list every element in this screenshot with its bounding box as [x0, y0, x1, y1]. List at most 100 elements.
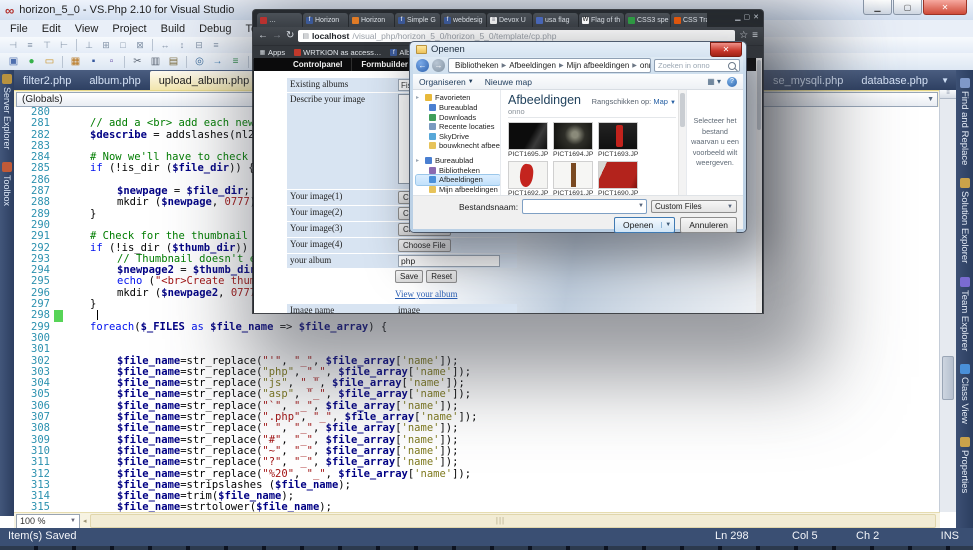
bookmark-wrtkion-as-access[interactable]: WRTKION as access…: [294, 48, 381, 57]
menu-build[interactable]: Build: [154, 22, 192, 36]
sidebar-item-downloads[interactable]: Downloads: [416, 113, 500, 123]
scrollbar-thumb[interactable]: [680, 93, 685, 127]
browser-menu-icon[interactable]: ≡: [752, 31, 758, 41]
expand-triangle-icon[interactable]: ▸: [416, 94, 422, 101]
align-left-icon[interactable]: ⊣: [6, 39, 20, 52]
menu-debug[interactable]: Debug: [192, 22, 238, 36]
tab-se-mysqli-php[interactable]: se_mysqli.php: [764, 71, 852, 90]
breadcrumb-afbeeldingen[interactable]: Afbeeldingen: [509, 61, 556, 70]
scroll-left-icon[interactable]: ◂: [80, 517, 90, 525]
copy-icon[interactable]: ▥: [148, 55, 163, 69]
reload-icon[interactable]: ↻: [286, 31, 294, 41]
minimize-button[interactable]: ▁: [863, 0, 892, 15]
open-split-icon[interactable]: ▼: [661, 222, 674, 228]
browser-close-button[interactable]: ✕: [753, 13, 759, 21]
bookmark-star-icon[interactable]: ☆: [739, 31, 748, 41]
zoom-dropdown[interactable]: 100 % ▼: [16, 514, 80, 529]
align-bottom-icon[interactable]: ⊥: [82, 39, 96, 52]
browser-tab-simple-g[interactable]: fSimple G: [395, 13, 440, 27]
breadcrumb[interactable]: Bibliotheken▶Afbeeldingen▶Mijn afbeeldin…: [448, 58, 651, 73]
snap-icon[interactable]: ⊠: [133, 39, 147, 52]
add-item-icon[interactable]: ▦: [68, 55, 83, 69]
save-button[interactable]: Save: [395, 270, 423, 283]
new-folder-button[interactable]: Nieuwe map: [485, 77, 532, 87]
arrange-by-dropdown[interactable]: Rangschikken op: Map ▼: [592, 97, 676, 106]
panel-tab-class-view[interactable]: Class View: [959, 364, 970, 424]
editor-horizontal-scrollbar[interactable]: |||: [90, 514, 936, 528]
editor-vertical-scrollbar[interactable]: ≡: [939, 90, 956, 512]
file-item-pict1694-jpg[interactable]: PICT1694.JPG: [553, 122, 593, 158]
choose-file-button[interactable]: Choose File: [398, 239, 451, 252]
browser-minimize-button[interactable]: ▁: [735, 13, 740, 21]
sidebar-item-bibliotheken[interactable]: Bibliotheken: [416, 166, 500, 176]
panel-tab-solution-explorer[interactable]: Solution Explorer: [959, 178, 970, 263]
file-item-pict1695-jpg[interactable]: PICT1695.JPG: [508, 122, 548, 158]
spacing-vertical-icon[interactable]: ↕: [175, 39, 189, 52]
search-input[interactable]: Zoeken in onno: [654, 59, 740, 72]
input-your-album[interactable]: php: [398, 255, 500, 267]
browser-maximize-button[interactable]: ▢: [744, 13, 751, 21]
browser-tab-usa-flag[interactable]: usa flag: [533, 13, 578, 27]
panel-tab-properties[interactable]: Properties: [959, 437, 970, 493]
indent-icon[interactable]: →: [210, 55, 225, 69]
sidebar-item-skydrive[interactable]: SkyDrive: [416, 132, 500, 142]
page-scrollbar[interactable]: [756, 58, 762, 313]
file-item-pict1691-jpg[interactable]: PICT1691.JPG: [553, 161, 593, 195]
browser-tab-item[interactable]: …: [257, 13, 302, 27]
splitter-handle[interactable]: ≡: [940, 90, 956, 99]
back-icon[interactable]: ←: [258, 31, 268, 41]
same-size-icon[interactable]: ⊞: [99, 39, 113, 52]
menu-project[interactable]: Project: [105, 22, 153, 36]
forward-icon[interactable]: →: [432, 59, 445, 72]
file-item-pict1693-jpg[interactable]: PICT1693.JPG: [598, 122, 638, 158]
filetype-dropdown[interactable]: Custom Files ▼: [651, 200, 737, 213]
open-button[interactable]: Openen ▼: [614, 217, 675, 233]
file-list-scrollbar[interactable]: [678, 90, 686, 195]
cancel-button[interactable]: Annuleren: [680, 217, 737, 233]
view-album-link[interactable]: View your album: [395, 289, 457, 299]
help-icon[interactable]: ?: [727, 77, 737, 87]
tab-overflow-icon[interactable]: ▼: [941, 76, 949, 85]
tab-database-php[interactable]: database.php: [852, 71, 937, 90]
save-all-icon[interactable]: ▫: [104, 55, 119, 69]
browser-tab-css3-spe[interactable]: CSS3 spe: [625, 13, 670, 27]
scrollbar-thumb[interactable]: [942, 356, 954, 400]
find-icon[interactable]: ◎: [192, 55, 207, 69]
address-bar[interactable]: ▤ localhost/visual_php/horizon_5_0/horiz…: [298, 30, 735, 42]
panel-tab-team-explorer[interactable]: Team Explorer: [959, 277, 970, 351]
views-icon[interactable]: ▦ ▾: [707, 77, 721, 86]
align-right-icon[interactable]: ⊢: [57, 39, 71, 52]
page-nav-formbuilder[interactable]: Formbuilder: [352, 58, 418, 71]
browser-tab-devox-u[interactable]: ≡Devox U: [487, 13, 532, 27]
sidebar-item-bouwknecht-afbeeldingen[interactable]: bouwknecht afbeeldingen: [416, 141, 500, 151]
align-top-icon[interactable]: ⊤: [40, 39, 54, 52]
browser-tab-css-tran[interactable]: CSS Tran: [671, 13, 707, 27]
tab-filter2-php[interactable]: filter2.php: [14, 71, 80, 90]
order-icon[interactable]: ≡: [209, 39, 223, 52]
close-button[interactable]: ✕: [923, 0, 967, 15]
menu-view[interactable]: View: [68, 22, 106, 36]
sidebar-item-bureaublad[interactable]: Bureaublad: [416, 103, 500, 113]
reset-button[interactable]: Reset: [426, 270, 457, 283]
new-project-icon[interactable]: ▣: [6, 55, 21, 69]
file-item-pict1690-jpg[interactable]: PICT1690.JPG: [598, 161, 638, 195]
paste-icon[interactable]: ▤: [166, 55, 181, 69]
tab-album-php[interactable]: album.php: [80, 71, 149, 90]
sidebar-section-header[interactable]: ▸Favorieten: [416, 93, 500, 102]
windows-taskbar[interactable]: [0, 546, 973, 550]
breadcrumb-onno[interactable]: onno: [640, 61, 651, 70]
browser-tab-horizon[interactable]: Horizon: [349, 13, 394, 27]
breadcrumb-mijn-afbeeldingen[interactable]: Mijn afbeeldingen: [567, 61, 630, 70]
filename-input[interactable]: ▼: [522, 199, 647, 214]
group-icon[interactable]: ⊟: [192, 39, 206, 52]
maximize-button[interactable]: ▢: [893, 0, 922, 15]
save-icon[interactable]: ▪: [86, 55, 101, 69]
sidebar-item-afbeeldingen[interactable]: Afbeeldingen: [416, 175, 500, 185]
page-scrollbar-thumb[interactable]: [757, 60, 761, 130]
browser-tab-webdesig[interactable]: fwebdesig: [441, 13, 486, 27]
browser-tab-horizon[interactable]: fHorizon: [303, 13, 348, 27]
menu-file[interactable]: File: [3, 22, 35, 36]
bookmark-apps[interactable]: ▦Apps: [259, 48, 285, 57]
forward-icon[interactable]: →: [272, 31, 282, 41]
file-item-pict1692-jpg[interactable]: PICT1692.JPG: [508, 161, 548, 195]
